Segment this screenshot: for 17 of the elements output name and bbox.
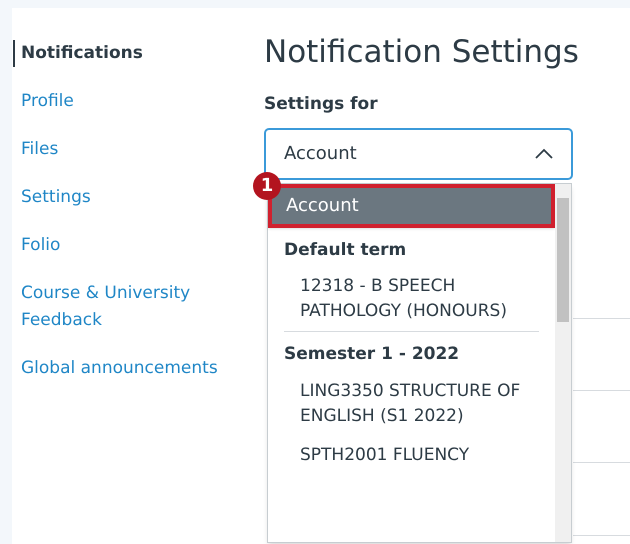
sidebar-link[interactable]: Profile [21,88,74,115]
sidebar-link[interactable]: Settings [21,184,91,211]
group-heading: Semester 1 - 2022 [283,343,460,366]
page-title: Notification Settings [264,33,579,72]
sidebar-link[interactable]: Files [21,136,58,163]
sidebar-link[interactable]: Folio [21,232,60,259]
sidebar-link[interactable]: Notifications [13,40,143,67]
dropdown-option[interactable]: LING3350 STRUCTURE OF ENGLISH (S1 2022) [300,372,525,436]
sidebar-link[interactable]: Global announcements [21,355,218,382]
chevron-up-icon [535,148,553,159]
group-heading: Default term [283,238,408,262]
annotation-badge: 1 [253,172,281,200]
scrollbar[interactable] [555,184,571,542]
sidebar-link[interactable]: Course & University Feedback [21,280,221,334]
dropdown-option[interactable]: 12318 - B SPEECH PATHOLOGY (HONOURS) [300,267,525,331]
settings-for-label: Settings for [264,93,379,116]
dropdown-option[interactable]: SPTH2001 FLUENCY [300,436,525,474]
